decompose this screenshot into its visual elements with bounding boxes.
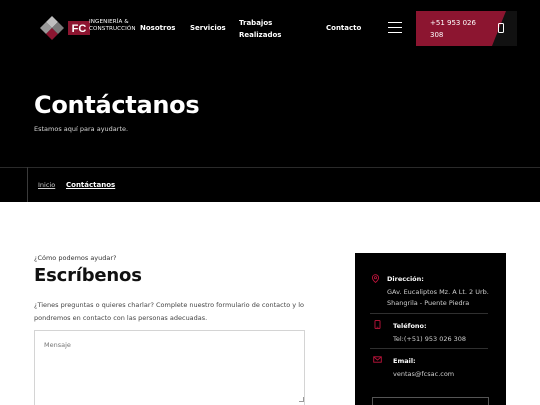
phone-label: Teléfono: [393,322,427,330]
page-title: Contáctanos [34,91,200,119]
hamburger-icon[interactable] [388,22,402,34]
address-label: Dirección: [387,275,424,283]
brand-name-line1: INGENIERÍA & [89,19,129,25]
message-field[interactable] [34,330,305,405]
nav-servicios[interactable]: Servicios [190,24,226,32]
card-divider [370,313,488,314]
section-eyebrow: ¿Cómo podemos ayudar? [34,254,117,262]
nav-nosotros[interactable]: Nosotros [140,24,175,32]
mobile-phone-icon [374,320,381,329]
phone-value[interactable]: Tel:(+51) 953 026 308 [393,334,466,345]
contact-page: FC INGENIERÍA & CONSTRUCCIÓN Nosotros Se… [0,0,540,405]
email-label: Email: [393,357,416,365]
email-value[interactable]: ventas@fcsac.com [393,369,454,380]
card-action-button[interactable] [372,397,489,405]
breadcrumb-home-link[interactable]: Inicio [38,181,55,189]
section-description: ¿Tienes preguntas o quieres charlar? Com… [34,301,304,322]
card-divider [370,348,488,349]
phone-cta-label[interactable]: +51 953 026 308 [430,17,490,41]
mobile-phone-icon [498,23,504,33]
brand-name: INGENIERÍA & CONSTRUCCIÓN [89,19,136,32]
envelope-icon [373,356,382,363]
address-value: GAv. Eucaliptos Mz. A Lt. 2 Urb. Shangri… [387,288,489,307]
location-pin-icon [371,274,380,283]
section-title: Escríbenos [34,265,142,286]
nav-trabajos-realizados[interactable]: Trabajos Realizados [239,17,291,41]
nav-contacto[interactable]: Contacto [326,24,361,32]
textarea-resize-handle[interactable] [299,397,304,402]
brand-name-line2: CONSTRUCCIÓN [89,25,136,32]
breadcrumb-current[interactable]: Contáctanos [66,181,115,189]
logo-letters: FC [72,23,87,35]
page-subtitle: Estamos aquí para ayudarte. [34,125,129,133]
breadcrumb-divider [27,167,28,202]
